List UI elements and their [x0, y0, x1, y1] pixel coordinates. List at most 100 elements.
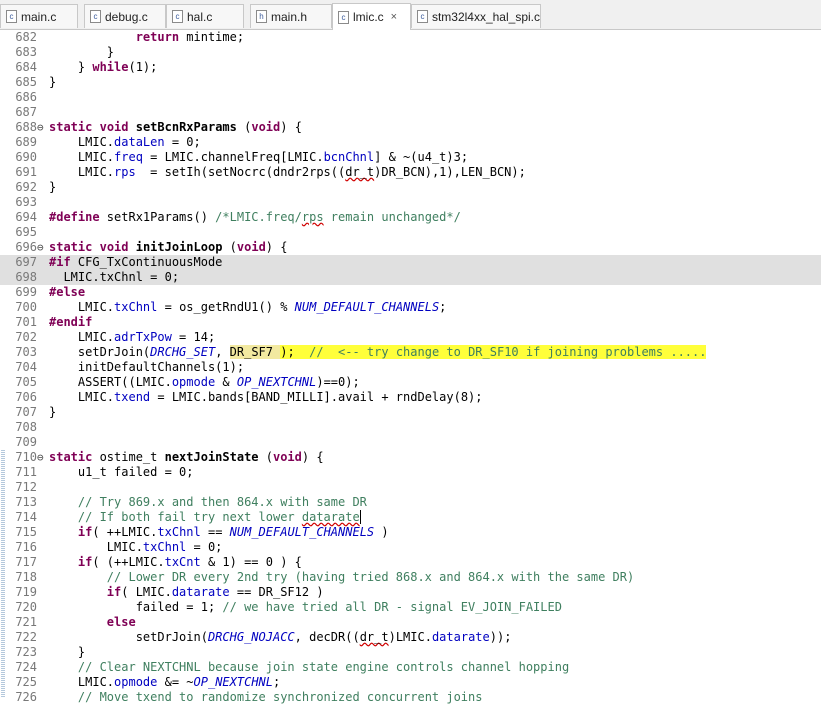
text-cursor: [359, 510, 361, 524]
line-number: 694: [15, 210, 37, 224]
code-text: LMIC.txChnl = 0;: [49, 540, 223, 554]
fold-toggle-icon[interactable]: ⊖: [37, 240, 47, 255]
fold-toggle-icon[interactable]: ⊖: [37, 450, 47, 465]
code-text: static ostime_t nextJoinState (void) {: [49, 450, 324, 464]
line-number: 686: [15, 90, 37, 104]
line-number: 693: [15, 195, 37, 209]
tab-label: lmic.c: [353, 10, 384, 24]
code-line: 725 LMIC.opmode &= ~OP_NEXTCHNL;: [0, 675, 821, 690]
line-number: 723: [15, 645, 37, 659]
code-line: 702 LMIC.adrTxPow = 14;: [0, 330, 821, 345]
code-text: LMIC.freq = LMIC.channelFreq[LMIC.bcnChn…: [49, 150, 469, 164]
tab-stm32l4xx-hal-spi-c[interactable]: c stm32l4xx_hal_spi.c: [411, 4, 541, 28]
code-text: // If both fail try next lower datarate: [77, 510, 361, 524]
code-line: 683 }: [0, 45, 821, 60]
code-line: 696 ⊖ static void initJoinLoop (void) {: [0, 240, 821, 255]
c-file-icon: c: [172, 10, 183, 23]
close-tab-icon[interactable]: ×: [391, 11, 397, 23]
tab-main-h[interactable]: h main.h: [250, 4, 332, 28]
code-line: 686: [0, 90, 821, 105]
line-number: 704: [15, 360, 37, 374]
line-number: 702: [15, 330, 37, 344]
code-line: 687: [0, 105, 821, 120]
code-text: if( LMIC.datarate == DR_SF12 ): [106, 585, 324, 599]
c-file-icon: c: [417, 10, 428, 23]
code-text: LMIC.adrTxPow = 14;: [49, 330, 216, 344]
line-number: 703: [15, 345, 37, 359]
line-number: 699: [15, 285, 37, 299]
code-line: 717 if( (++LMIC.txCnt & 1) == 0 ) {: [0, 555, 821, 570]
line-number: 689: [15, 135, 37, 149]
code-text: LMIC.opmode &= ~OP_NEXTCHNL;: [49, 675, 281, 689]
line-number: 691: [15, 165, 37, 179]
code-line: 716 LMIC.txChnl = 0;: [0, 540, 821, 555]
code-line: 713 // Try 869.x and then 864.x with sam…: [0, 495, 821, 510]
code-line: 720 failed = 1; // we have tried all DR …: [0, 600, 821, 615]
line-number: 697: [15, 255, 37, 269]
code-line: 699 #else: [0, 285, 821, 300]
code-line: 704 initDefaultChannels(1);: [0, 360, 821, 375]
line-number: 682: [15, 30, 37, 44]
code-text: }: [49, 405, 57, 419]
line-number: 696: [15, 240, 37, 254]
fold-toggle-icon[interactable]: ⊖: [37, 120, 47, 135]
code-line: 685}: [0, 75, 821, 90]
line-number: 700: [15, 300, 37, 314]
line-number: 707: [15, 405, 37, 419]
code-line: 703 setDrJoin(DRCHG_SET, DR_SF7 ); // <-…: [0, 345, 821, 360]
line-number: 692: [15, 180, 37, 194]
code-text: }: [49, 75, 57, 89]
line-number: 710: [15, 450, 37, 464]
tab-main-c[interactable]: c main.c: [0, 4, 78, 28]
line-number: 709: [15, 435, 37, 449]
code-text: if( (++LMIC.txCnt & 1) == 0 ) {: [77, 555, 302, 569]
code-text: initDefaultChannels(1);: [49, 360, 245, 374]
code-line: 693: [0, 195, 821, 210]
line-number: 701: [15, 315, 37, 329]
line-number: 718: [15, 570, 37, 584]
line-number: 724: [15, 660, 37, 674]
tab-hal-c[interactable]: c hal.c: [166, 4, 244, 28]
code-line: 706 LMIC.txend = LMIC.bands[BAND_MILLI].…: [0, 390, 821, 405]
code-line: 705 ASSERT((LMIC.opmode & OP_NEXTCHNL)==…: [0, 375, 821, 390]
code-line: 692}: [0, 180, 821, 195]
line-number: 706: [15, 390, 37, 404]
tab-lmic-c[interactable]: c lmic.c ×: [332, 3, 411, 30]
code-line: 690 LMIC.freq = LMIC.channelFreq[LMIC.bc…: [0, 150, 821, 165]
code-editor[interactable]: 682 return mintime; 683 } 684 } while(1); 6…: [0, 30, 821, 704]
code-text: return mintime;: [135, 30, 245, 44]
line-number: 712: [15, 480, 37, 494]
code-line: 709: [0, 435, 821, 450]
code-text: }: [49, 45, 115, 59]
code-text: #define setRx1Params() /*LMIC.freq/rps r…: [49, 210, 461, 224]
code-line: 722 setDrJoin(DRCHG_NOJACC, decDR((dr_t)…: [0, 630, 821, 645]
line-number: 716: [15, 540, 37, 554]
code-text: LMIC.rps = setIh(setNocrc(dndr2rps((dr_t…: [49, 165, 526, 179]
code-line: 689 LMIC.dataLen = 0;: [0, 135, 821, 150]
c-file-icon: c: [6, 10, 17, 23]
code-line: 721 else: [0, 615, 821, 630]
line-number: 711: [15, 465, 37, 479]
code-text: LMIC.txChnl = 0;: [49, 270, 180, 284]
code-text: }: [49, 180, 57, 194]
c-file-icon: c: [90, 10, 101, 23]
line-number: 695: [15, 225, 37, 239]
code-text: #else: [49, 285, 86, 299]
code-text: #endif: [49, 315, 93, 329]
code-text: LMIC.dataLen = 0;: [49, 135, 201, 149]
code-line: 715 if( ++LMIC.txChnl == NUM_DEFAULT_CHA…: [0, 525, 821, 540]
line-number: 721: [15, 615, 37, 629]
code-text: u1_t failed = 0;: [49, 465, 194, 479]
line-number: 690: [15, 150, 37, 164]
tab-debug-c[interactable]: c debug.c: [84, 4, 166, 28]
tab-label: main.c: [21, 9, 57, 24]
code-text: #if CFG_TxContinuousMode: [49, 255, 223, 269]
code-line: 707}: [0, 405, 821, 420]
code-text: static void initJoinLoop (void) {: [49, 240, 288, 254]
code-line: 695: [0, 225, 821, 240]
line-number: 714: [15, 510, 37, 524]
code-line: 724 // Clear NEXTCHNL because join state…: [0, 660, 821, 675]
code-line: 700 LMIC.txChnl = os_getRndU1() % NUM_DE…: [0, 300, 821, 315]
line-number: 684: [15, 60, 37, 74]
tab-label: hal.c: [187, 9, 213, 24]
